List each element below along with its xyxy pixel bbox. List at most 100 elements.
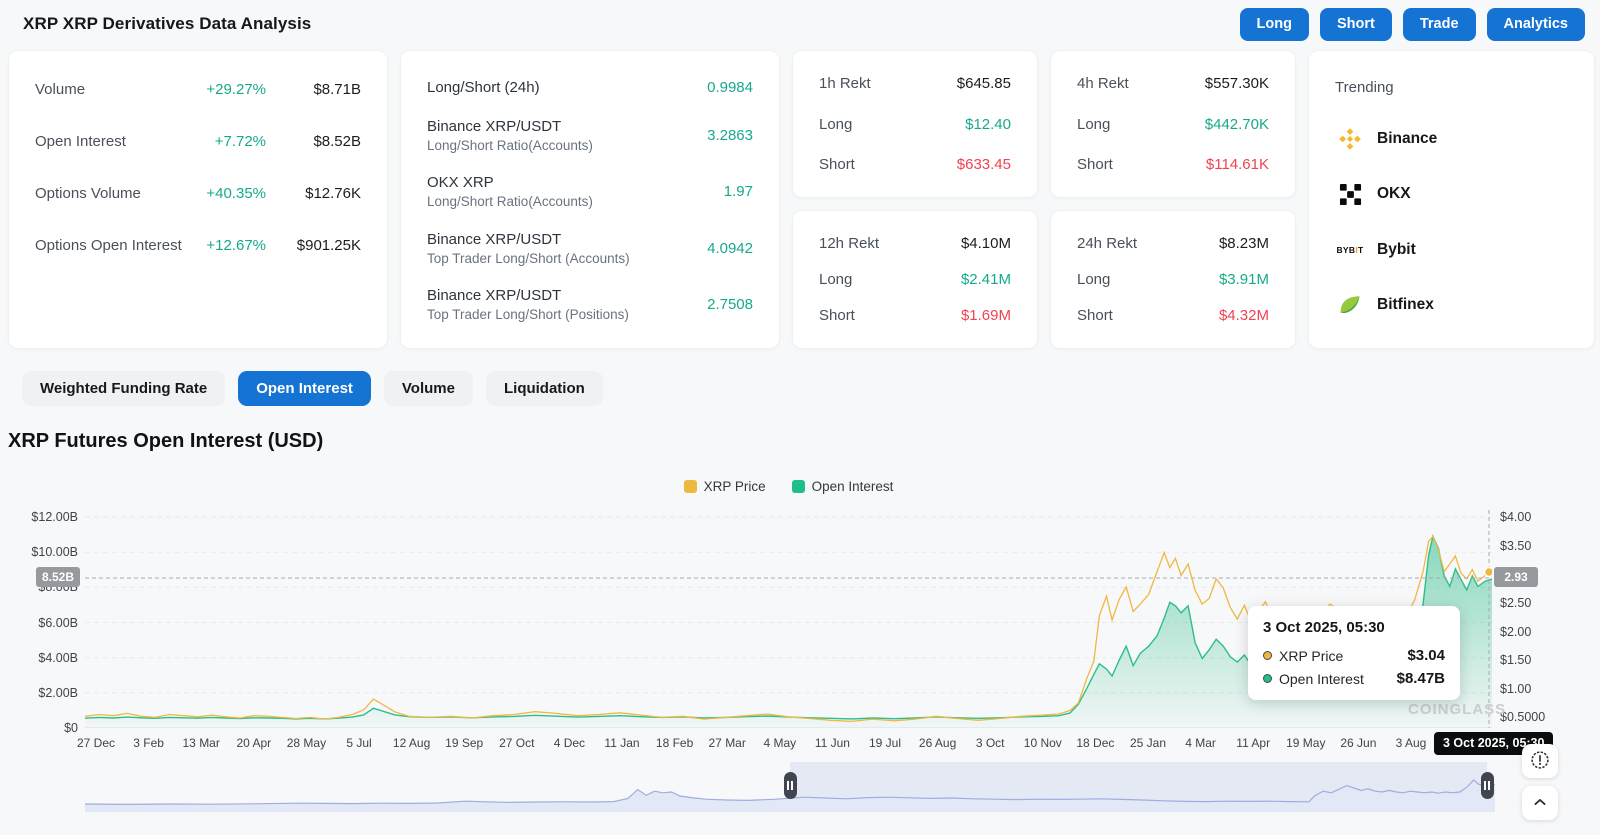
- rekt-long-label: Long: [819, 116, 852, 133]
- trending-item-bitfinex[interactable]: Bitfinex: [1335, 292, 1568, 318]
- legend-label: Open Interest: [812, 479, 894, 494]
- rekt-title: 12h Rekt: [819, 235, 879, 252]
- x-axis-label: 19 May: [1286, 736, 1325, 750]
- summary-cards: Volume+29.27%$8.71B Open Interest+7.72%$8…: [8, 50, 1595, 349]
- header-button-short[interactable]: Short: [1320, 8, 1392, 41]
- navigator-left-handle[interactable]: [784, 772, 797, 799]
- ratio-sublabel: Long/Short Ratio(Accounts): [427, 194, 593, 209]
- x-axis-label: 3 Feb: [133, 736, 164, 750]
- x-axis-label: 27 Oct: [499, 736, 534, 750]
- trending-item-bybit[interactable]: BYBITBybit: [1335, 237, 1568, 263]
- topbar: XRP XRP Derivatives Data Analysis LongSh…: [0, 0, 1600, 48]
- header-button-trade[interactable]: Trade: [1403, 8, 1476, 41]
- rekt-long-value: $442.70K: [1205, 116, 1269, 133]
- ratio-row-3: Binance XRP/USDT Top Trader Long/Short (A…: [427, 231, 753, 266]
- trending-item-label: Binance: [1377, 130, 1437, 148]
- ratio-label-group: Binance XRP/USDT Top Trader Long/Short (A…: [427, 231, 630, 266]
- legend-item-xrp-price[interactable]: XRP Price: [684, 479, 766, 494]
- x-axis-label: 3 Oct: [976, 736, 1005, 750]
- right-axis-tick: $2.00: [1500, 624, 1531, 640]
- stat-value: $8.71B: [266, 81, 361, 98]
- rekt-short-label: Short: [819, 307, 855, 324]
- stat-row-volume: Volume+29.27%$8.71B: [35, 81, 361, 98]
- scroll-to-top-button[interactable]: [1522, 786, 1558, 820]
- left-axis-tick: $12.00B: [0, 509, 78, 525]
- x-axis-label: 11 Apr: [1236, 736, 1270, 750]
- trending-title: Trending: [1335, 79, 1568, 96]
- left-axis-crosshair-badge: 8.52B: [36, 567, 80, 587]
- stat-row-options-volume: Options Volume+40.35%$12.76K: [35, 185, 361, 202]
- navigator-right-handle[interactable]: [1481, 772, 1494, 799]
- rekt-short-value: $4.32M: [1219, 307, 1269, 324]
- x-axis-label: 19 Jul: [869, 736, 901, 750]
- rekt-total-row: 1h Rekt$645.85: [819, 75, 1011, 92]
- tab-weighted-funding-rate[interactable]: Weighted Funding Rate: [22, 371, 225, 406]
- ratio-sublabel: Top Trader Long/Short (Positions): [427, 307, 629, 322]
- stat-row-open-interest: Open Interest+7.72%$8.52B: [35, 133, 361, 150]
- binance-icon: [1335, 126, 1365, 152]
- x-axis-label: 4 Mar: [1185, 736, 1216, 750]
- tab-volume[interactable]: Volume: [384, 371, 473, 406]
- header-button-analytics[interactable]: Analytics: [1487, 8, 1585, 41]
- tooltip-row-open-interest: Open Interest$8.47B: [1263, 670, 1445, 687]
- x-axis-label: 12 Aug: [393, 736, 430, 750]
- chart-tabs: Weighted Funding Rate Open Interest Volume…: [22, 371, 1600, 406]
- header-button-long[interactable]: Long: [1240, 8, 1309, 41]
- ratio-row-0: Long/Short (24h)0.9984: [427, 79, 753, 96]
- ratio-row-1: Binance XRP/USDTLong/Short Ratio(Account…: [427, 118, 753, 153]
- rekt-column-2: 4h Rekt$557.30KLong$442.70KShort$114.61K…: [1050, 50, 1296, 349]
- x-axis-label: 27 Dec: [77, 736, 115, 750]
- stat-row-options-open-interest: Options Open Interest+12.67%$901.25K: [35, 237, 361, 254]
- stat-value: $8.52B: [266, 133, 361, 150]
- chart-legend: XRP Price Open Interest: [85, 479, 1492, 494]
- rekt-short-value: $114.61K: [1206, 156, 1269, 173]
- tooltip-series-dot: [1263, 674, 1272, 683]
- chart-tooltip: 3 Oct 2025, 05:30 XRP Price$3.04Open Int…: [1248, 606, 1460, 700]
- trending-item-okx[interactable]: OKX: [1335, 181, 1568, 207]
- ratio-label: Binance XRP/USDT: [427, 231, 630, 248]
- tab-liquidation[interactable]: Liquidation: [486, 371, 603, 406]
- rekt-long-row: Long$12.40: [819, 116, 1011, 133]
- rekt-long-value: $3.91M: [1219, 271, 1269, 288]
- long-short-ratios-card: Long/Short (24h)0.9984Binance XRP/USDTLo…: [400, 50, 780, 349]
- x-axis-label: 28 May: [287, 736, 326, 750]
- x-axis-label: 11 Jan: [604, 736, 639, 750]
- rekt-short-value: $1.69M: [961, 307, 1011, 324]
- tooltip-series-value: $3.04: [1407, 647, 1445, 664]
- tab-open-interest[interactable]: Open Interest: [238, 371, 371, 406]
- okx-icon: [1335, 181, 1365, 207]
- chart-settings-button[interactable]: [1522, 744, 1558, 778]
- market-stats-card: Volume+29.27%$8.71B Open Interest+7.72%$8…: [8, 50, 388, 349]
- stat-value: $901.25K: [266, 237, 361, 254]
- rekt-total-row: 4h Rekt$557.30K: [1077, 75, 1269, 92]
- rekt-title: 1h Rekt: [819, 75, 871, 92]
- rekt-long-label: Long: [1077, 116, 1110, 133]
- rekt-long-row: Long $442.70K: [1077, 116, 1269, 133]
- legend-item-open-interest[interactable]: Open Interest: [792, 479, 894, 494]
- rekt-long-value: $2.41M: [961, 271, 1011, 288]
- ratio-value: 0.9984: [707, 79, 753, 96]
- ratio-sublabel: Top Trader Long/Short (Accounts): [427, 251, 630, 266]
- right-axis-tick: $0.5000: [1500, 709, 1545, 725]
- stat-label: Options Open Interest: [35, 237, 182, 254]
- ratio-row-4: Binance XRP/USDTTop Trader Long/Short (P…: [427, 287, 753, 322]
- x-axis-label: 10 Nov: [1024, 736, 1062, 750]
- rekt-short-row: Short$633.45: [819, 156, 1011, 173]
- stat-value: $12.76K: [266, 185, 361, 202]
- stat-label: Options Volume: [35, 185, 141, 202]
- rekt-total-value: $557.30K: [1205, 75, 1269, 92]
- left-axis-tick: $6.00B: [0, 615, 78, 631]
- derivatives-dashboard: XRP XRP Derivatives Data Analysis LongSh…: [0, 0, 1600, 835]
- rekt-long-label: Long: [1077, 271, 1110, 288]
- x-axis-label: 18 Feb: [656, 736, 693, 750]
- left-axis-tick: $2.00B: [0, 685, 78, 701]
- ratio-label: Binance XRP/USDT: [427, 118, 593, 135]
- tooltip-series-value: $8.47B: [1397, 670, 1445, 687]
- tooltip-rows: XRP Price$3.04Open Interest$8.47B: [1263, 647, 1445, 687]
- rekt-short-row: Short $1.69M: [819, 307, 1011, 324]
- trending-item-binance[interactable]: Binance: [1335, 126, 1568, 152]
- ratio-label-group: Binance XRP/USDTTop Trader Long/Short (P…: [427, 287, 629, 322]
- trending-item-label: OKX: [1377, 185, 1411, 203]
- ratio-label-group: OKX XRPLong/Short Ratio(Accounts): [427, 174, 593, 209]
- tooltip-date: 3 Oct 2025, 05:30: [1263, 619, 1445, 636]
